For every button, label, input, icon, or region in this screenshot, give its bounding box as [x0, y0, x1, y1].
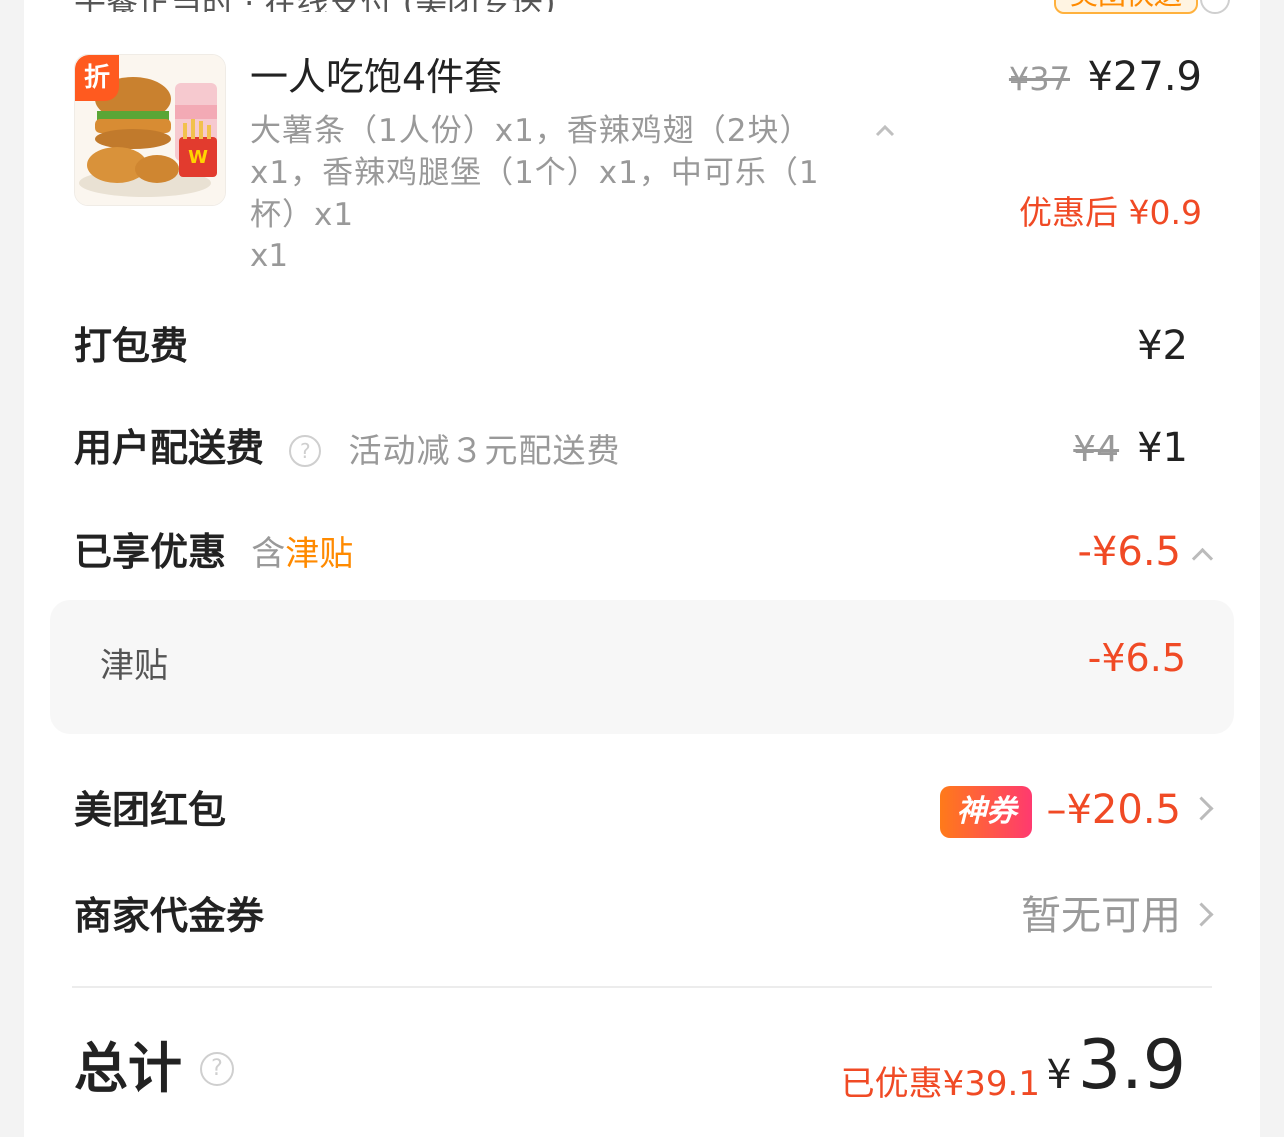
delivery-fee-value: ¥1: [1137, 425, 1188, 471]
total-amount: ¥3.9: [1046, 1026, 1186, 1115]
discounts-label: 已享优惠: [74, 530, 227, 574]
divider: [72, 986, 1212, 988]
discounts-sub-prefix: 含: [251, 534, 286, 574]
chevron-up-icon[interactable]: [874, 120, 896, 142]
product-item: W 折 一人吃饱4件套 大薯条（1人份）x1，香辣鸡翅（2块）x1，香辣鸡腿堡（…: [74, 54, 1214, 284]
total-saved: 已优惠¥39.1: [840, 1064, 1040, 1104]
packing-fee-value: ¥2: [1137, 323, 1188, 369]
merchant-voucher-row[interactable]: 商家代金券 暂无可用: [74, 886, 1214, 946]
delivery-badge: 美团快送: [1053, 0, 1198, 14]
chevron-right-icon[interactable]: [1189, 795, 1214, 821]
discounts-sub: 含津贴: [251, 534, 353, 574]
delivery-fee-row: 用户配送费 ? 活动减３元配送费 ¥4 ¥1: [74, 418, 1210, 478]
order-summary-card: 午餐正当时 · 在线支付 (美团专送) 美团快送 W: [24, 0, 1260, 1137]
discounts-label-group: 已享优惠 含津贴: [74, 522, 353, 584]
packing-fee-row: 打包费 ¥2: [74, 316, 1210, 376]
merchant-voucher-value: 暂无可用: [1021, 893, 1181, 939]
help-icon[interactable]: ?: [289, 434, 322, 467]
total-currency: ¥: [1046, 1052, 1072, 1098]
delivery-fee-old: ¥4: [1073, 429, 1120, 470]
red-packet-values: 神券 –¥20.5: [940, 780, 1214, 840]
discounts-value: -¥6.5: [1077, 529, 1182, 575]
discounts-sub-highlight: 津贴: [285, 534, 354, 574]
product-image: W 折: [74, 54, 226, 206]
total-label: 总计: [74, 1037, 182, 1100]
delivery-fee-label-group: 用户配送费 ? 活动减３元配送费: [74, 418, 620, 481]
chevron-up-icon[interactable]: [1191, 547, 1214, 569]
chevron-right-icon[interactable]: [1189, 901, 1214, 927]
help-icon[interactable]: ?: [200, 1052, 234, 1086]
subsidy-value: -¥6.5: [1087, 636, 1186, 680]
product-name: 一人吃饱4件套: [250, 55, 503, 99]
red-packet-value: –¥20.5: [1046, 787, 1181, 833]
packing-fee-label: 打包费: [74, 324, 189, 368]
product-description: 大薯条（1人份）x1，香辣鸡翅（2块）x1，香辣鸡腿堡（1个）x1，中可乐（1杯…: [250, 113, 820, 233]
product-original-price: ¥37: [1008, 60, 1070, 98]
delivery-fee-values: ¥4 ¥1: [1073, 418, 1188, 480]
delivery-fee-note: 活动减３元配送费: [348, 430, 621, 470]
discount-tag: 折: [75, 55, 119, 101]
super-coupon-badge: 神券: [940, 786, 1033, 838]
product-price-after-discount: 优惠后 ¥0.9: [1019, 193, 1202, 232]
product-current-price: ¥27.9: [1087, 54, 1202, 100]
order-header-row: 午餐正当时 · 在线支付 (美团专送): [74, 0, 1210, 12]
discounts-values: -¥6.5: [1077, 522, 1214, 582]
discounts-row[interactable]: 已享优惠 含津贴 -¥6.5: [74, 522, 1214, 584]
merchant-voucher-label: 商家代金券: [74, 894, 265, 938]
delivery-fee-label: 用户配送费: [74, 426, 265, 470]
discount-detail-panel: 津贴 -¥6.5: [50, 600, 1234, 734]
svg-text:W: W: [188, 147, 208, 168]
red-packet-row[interactable]: 美团红包 神券 –¥20.5: [74, 780, 1214, 840]
product-quantity: x1: [250, 238, 289, 274]
merchant-voucher-values: 暂无可用: [1021, 886, 1214, 946]
red-packet-label: 美团红包: [74, 788, 227, 832]
total-amount-value: 3.9: [1077, 1026, 1186, 1105]
subsidy-label: 津贴: [100, 646, 168, 686]
